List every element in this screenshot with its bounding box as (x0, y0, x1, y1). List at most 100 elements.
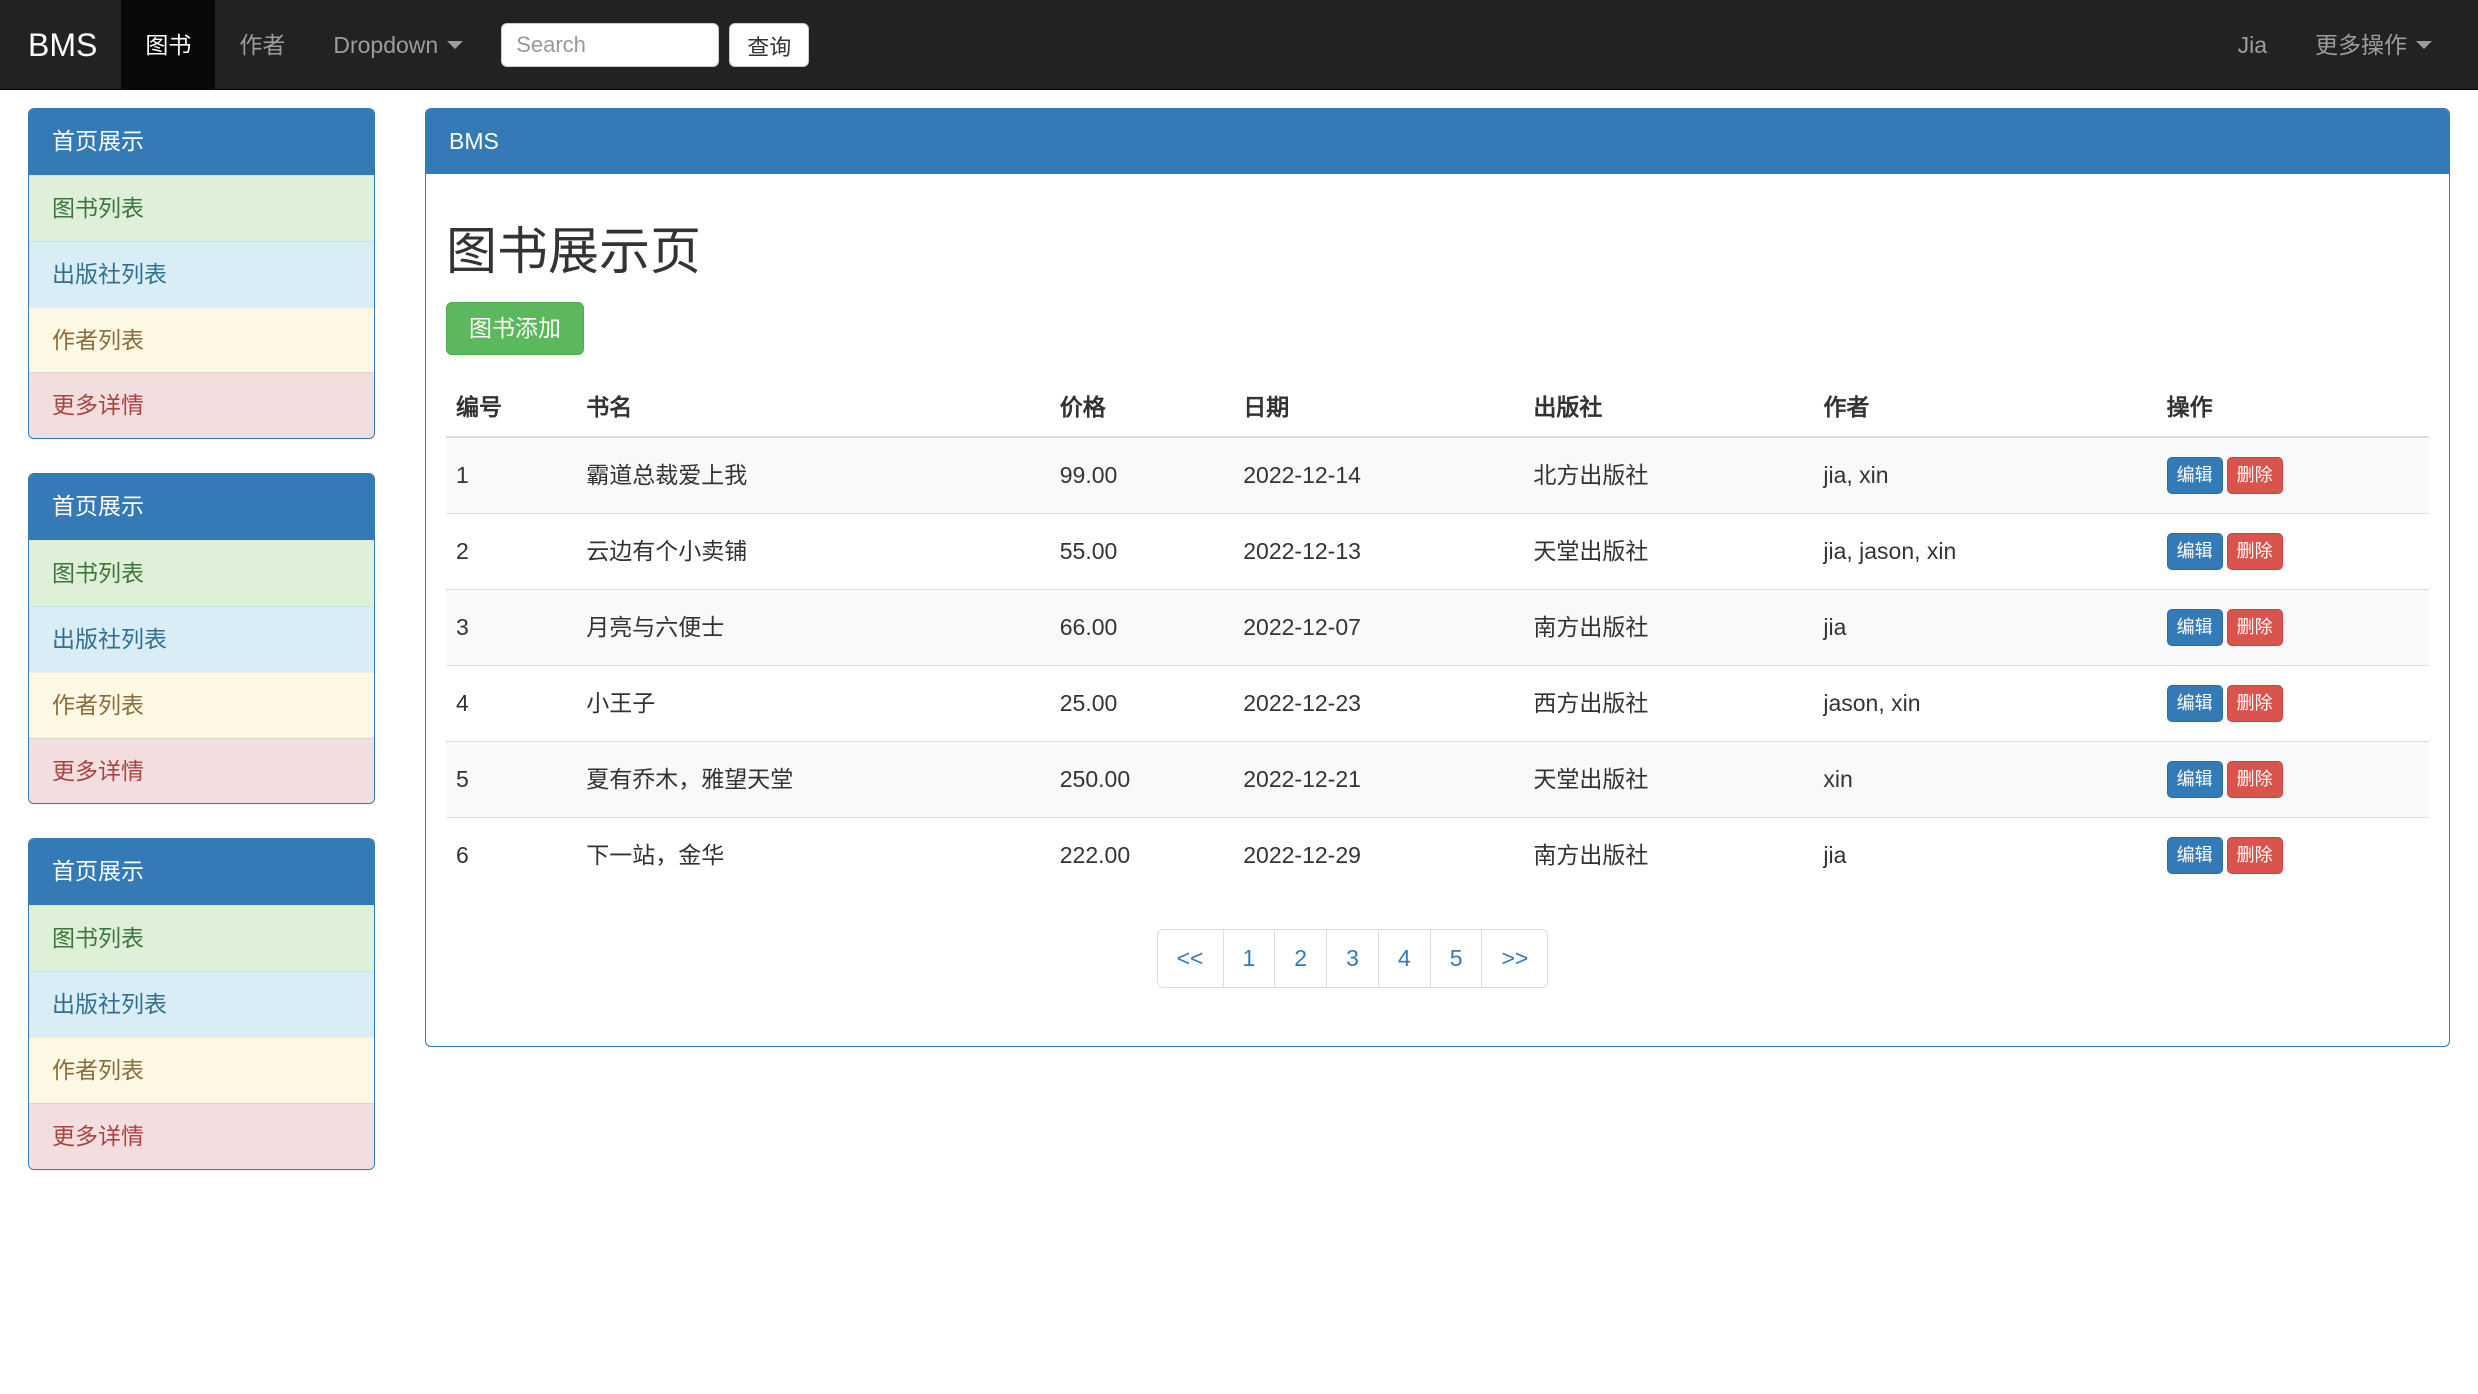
delete-button[interactable]: 删除 (2226, 609, 2283, 647)
pagination-prev: << (1156, 929, 1224, 988)
sidebar-item-book-list[interactable]: 图书列表 (29, 905, 374, 973)
sidebar-item-author-list[interactable]: 作者列表 (29, 671, 374, 739)
cell-actions: 编辑 删除 (2156, 665, 2429, 742)
search-input[interactable] (501, 23, 720, 67)
sidebar: 首页展示 图书列表 出版社列表 作者列表 更多详情 首页展示 图书列表 出版社列… (28, 108, 400, 1204)
cell-id: 4 (446, 665, 577, 742)
pagination-page-5[interactable]: 5 (1430, 929, 1483, 988)
nav-item-books-label: 图书 (145, 31, 192, 58)
search-submit-button[interactable]: 查询 (729, 23, 810, 67)
chevron-down-icon (447, 41, 464, 49)
column-header-name: 书名 (576, 379, 1050, 439)
pagination-page-2[interactable]: 2 (1275, 929, 1328, 988)
pagination-page: 5 (1430, 929, 1483, 988)
pagination-prev-link[interactable]: << (1156, 929, 1224, 988)
column-header-publisher: 出版社 (1523, 379, 1814, 439)
cell-actions: 编辑 删除 (2156, 817, 2429, 894)
cell-publisher: 北方出版社 (1523, 436, 1814, 514)
nav-item-books[interactable]: 图书 (121, 0, 216, 90)
sidebar-item-book-list[interactable]: 图书列表 (29, 174, 374, 242)
nav-item-dropdown[interactable]: Dropdown (309, 0, 487, 90)
sidebar-item-publisher-list[interactable]: 出版社列表 (29, 971, 374, 1038)
nav-item-user[interactable]: Jia (2214, 0, 2291, 90)
pagination-page: 3 (1327, 929, 1379, 988)
sidebar-item-publisher-list[interactable]: 出版社列表 (29, 605, 374, 673)
delete-button[interactable]: 删除 (2226, 761, 2283, 799)
cell-id: 3 (446, 589, 577, 666)
sidebar-panel-3: 首页展示 图书列表 出版社列表 作者列表 更多详情 (28, 838, 375, 1170)
edit-button[interactable]: 编辑 (2166, 761, 2223, 799)
cell-price: 222.00 (1049, 817, 1234, 894)
cell-authors: jia (1813, 589, 2157, 666)
sidebar-item-author-list[interactable]: 作者列表 (29, 1036, 374, 1104)
sidebar-item-more-details[interactable]: 更多详情 (29, 737, 374, 804)
column-header-price: 价格 (1049, 379, 1234, 439)
pagination-page: 1 (1223, 929, 1276, 988)
cell-publisher: 南方出版社 (1523, 817, 1814, 894)
cell-date: 2022-12-13 (1233, 513, 1524, 590)
pagination-page: 4 (1378, 929, 1431, 988)
pagination-next: >> (1482, 929, 1549, 988)
pagination-page-1[interactable]: 1 (1223, 929, 1276, 988)
sidebar-item-more-details[interactable]: 更多详情 (29, 372, 374, 439)
add-book-button[interactable]: 图书添加 (446, 301, 584, 356)
cell-id: 1 (446, 436, 577, 514)
sidebar-panel-1: 首页展示 图书列表 出版社列表 作者列表 更多详情 (28, 108, 375, 440)
pagination-page-3[interactable]: 3 (1327, 929, 1379, 988)
edit-button[interactable]: 编辑 (2166, 685, 2223, 723)
delete-button[interactable]: 删除 (2226, 685, 2283, 723)
cell-actions: 编辑 删除 (2156, 436, 2429, 514)
column-header-authors: 作者 (1813, 379, 2157, 439)
page-container: 首页展示 图书列表 出版社列表 作者列表 更多详情 首页展示 图书列表 出版社列… (0, 90, 2478, 1204)
cell-authors: jia, jason, xin (1813, 513, 2157, 590)
cell-name: 霸道总裁爱上我 (576, 436, 1050, 514)
nav-item-more-actions[interactable]: 更多操作 (2291, 0, 2456, 90)
navbar-search-form: 查询 (487, 0, 810, 90)
sidebar-item-publisher-list[interactable]: 出版社列表 (29, 240, 374, 308)
sidebar-item-author-list[interactable]: 作者列表 (29, 306, 374, 374)
cell-name: 云边有个小卖铺 (576, 513, 1050, 590)
sidebar-item-more-details[interactable]: 更多详情 (29, 1102, 374, 1169)
cell-id: 5 (446, 741, 577, 818)
cell-date: 2022-12-23 (1233, 665, 1524, 742)
pagination: << 1 2 3 4 5 >> (1156, 929, 1549, 988)
table-row: 4 小王子 25.00 2022-12-23 西方出版社 jason, xin … (446, 665, 2429, 742)
cell-date: 2022-12-29 (1233, 817, 1524, 894)
column-header-id: 编号 (446, 379, 577, 439)
sidebar-panel-3-heading: 首页展示 (29, 839, 374, 906)
table-row: 2 云边有个小卖铺 55.00 2022-12-13 天堂出版社 jia, ja… (446, 513, 2429, 590)
cell-date: 2022-12-07 (1233, 589, 1524, 666)
edit-button[interactable]: 编辑 (2166, 457, 2223, 495)
pagination-next-link[interactable]: >> (1482, 929, 1549, 988)
nav-item-authors[interactable]: 作者 (215, 0, 309, 90)
sidebar-panel-1-list: 图书列表 出版社列表 作者列表 更多详情 (29, 174, 374, 439)
edit-button[interactable]: 编辑 (2166, 837, 2223, 875)
navbar-left-group: BMS 图书 作者 Dropdown 查询 (0, 0, 810, 90)
books-panel-heading: BMS (426, 109, 2449, 174)
cell-publisher: 南方出版社 (1523, 589, 1814, 666)
cell-authors: xin (1813, 741, 2157, 818)
edit-button[interactable]: 编辑 (2166, 533, 2223, 571)
books-panel: BMS 图书展示页 图书添加 编号 书名 价格 日期 出版社 作者 操作 1 霸… (425, 108, 2450, 1047)
delete-button[interactable]: 删除 (2226, 533, 2283, 571)
cell-authors: jia (1813, 817, 2157, 894)
cell-price: 25.00 (1049, 665, 1234, 742)
cell-actions: 编辑 删除 (2156, 589, 2429, 666)
delete-button[interactable]: 删除 (2226, 457, 2283, 495)
column-header-actions: 操作 (2156, 379, 2429, 439)
navbar-brand[interactable]: BMS (0, 0, 121, 90)
cell-id: 2 (446, 513, 577, 590)
table-header-row: 编号 书名 价格 日期 出版社 作者 操作 (446, 379, 2429, 439)
nav-item-dropdown-label: Dropdown (333, 31, 439, 58)
pagination-page-4[interactable]: 4 (1378, 929, 1431, 988)
edit-button[interactable]: 编辑 (2166, 609, 2223, 647)
cell-name: 月亮与六便士 (576, 589, 1050, 666)
books-panel-body: 图书展示页 图书添加 编号 书名 价格 日期 出版社 作者 操作 1 霸道总裁爱… (426, 174, 2449, 1046)
delete-button[interactable]: 删除 (2226, 837, 2283, 875)
cell-authors: jia, xin (1813, 436, 2157, 514)
sidebar-item-book-list[interactable]: 图书列表 (29, 540, 374, 607)
table-row: 5 夏有乔木，雅望天堂 250.00 2022-12-21 天堂出版社 xin … (446, 741, 2429, 818)
nav-item-user-label: Jia (2237, 31, 2267, 58)
table-row: 3 月亮与六便士 66.00 2022-12-07 南方出版社 jia 编辑 删除 (446, 589, 2429, 666)
column-header-date: 日期 (1233, 379, 1524, 439)
